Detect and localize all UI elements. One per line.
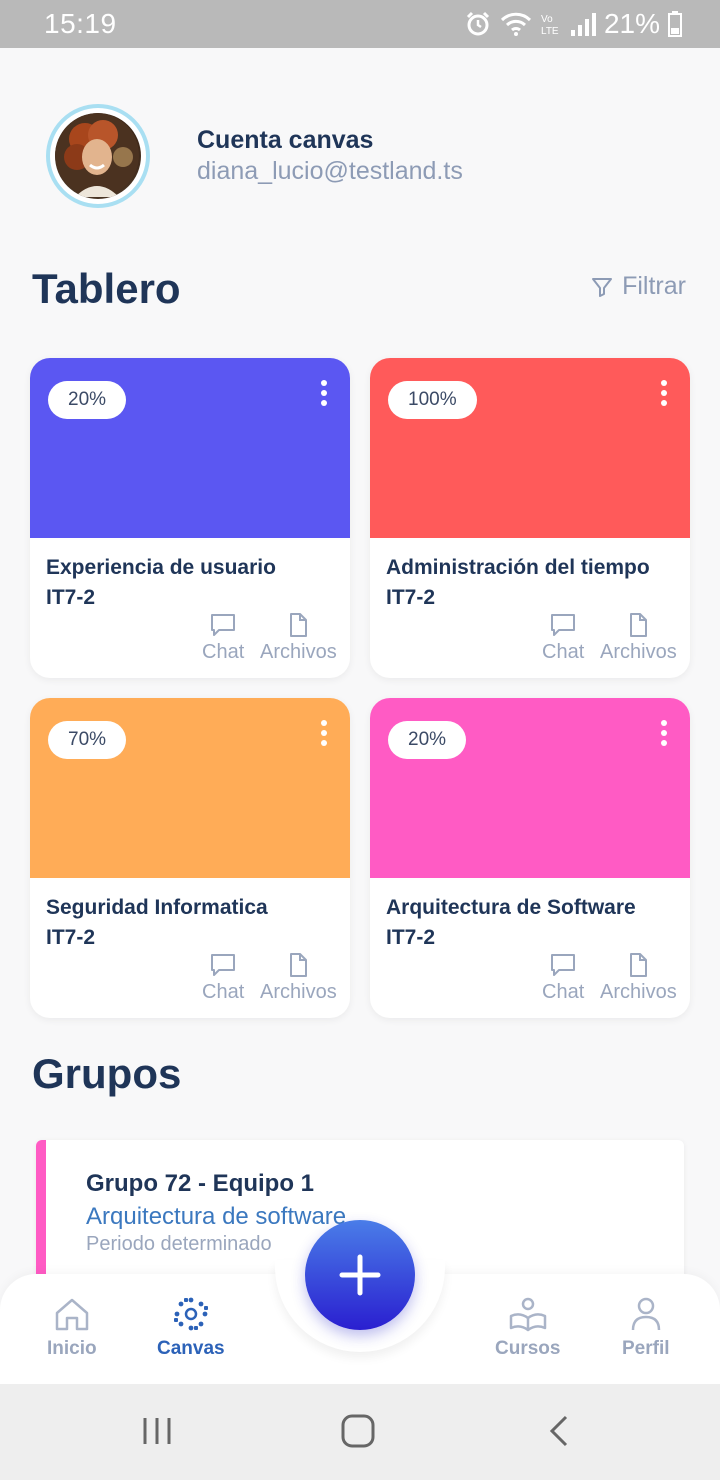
- home-button-icon[interactable]: [340, 1414, 376, 1448]
- progress-badge: 20%: [388, 721, 467, 759]
- dashboard-title: Tablero: [32, 265, 181, 312]
- status-icons: Vo LTE 21%: [464, 8, 682, 40]
- courses-icon: [509, 1297, 546, 1332]
- files-label: Archivos: [600, 981, 677, 1003]
- filter-icon: [592, 277, 613, 297]
- nav-label: Perfil: [622, 1338, 670, 1359]
- home-icon: [55, 1298, 89, 1331]
- more-options-icon[interactable]: [320, 720, 328, 746]
- group-period: Periodo determinado: [86, 1233, 272, 1255]
- alarm-icon: [466, 11, 490, 36]
- files-button[interactable]: Archivos: [260, 613, 337, 664]
- course-code: IT7-2: [46, 926, 96, 949]
- files-label: Archivos: [260, 981, 337, 1003]
- chat-button[interactable]: Chat: [202, 613, 244, 664]
- course-title: Experiencia de usuario: [46, 556, 276, 579]
- nav-label: Cursos: [495, 1338, 561, 1359]
- course-name: Seguridad Informatica IT7-2: [46, 893, 268, 953]
- more-options-icon[interactable]: [660, 380, 668, 406]
- course-name: Experiencia de usuario IT7-2: [46, 553, 276, 613]
- course-card[interactable]: 20% Experiencia de usuario IT7-2 Chat Ar…: [30, 358, 350, 678]
- file-icon: [290, 613, 308, 637]
- progress-badge: 20%: [48, 381, 127, 419]
- file-icon: [290, 953, 308, 977]
- back-icon[interactable]: [546, 1414, 572, 1448]
- course-code: IT7-2: [386, 586, 436, 609]
- add-button[interactable]: [305, 1220, 415, 1330]
- nav-label: Inicio: [47, 1338, 97, 1359]
- canvas-icon: [173, 1297, 208, 1331]
- group-course[interactable]: Arquitectura de software: [86, 1203, 346, 1231]
- course-name: Administración del tiempo IT7-2: [386, 553, 650, 613]
- chat-label: Chat: [202, 641, 245, 663]
- more-options-icon[interactable]: [660, 720, 668, 746]
- nav-perfil[interactable]: Perfil: [622, 1296, 670, 1360]
- nav-cursos[interactable]: Cursos: [495, 1296, 560, 1360]
- chat-button[interactable]: Chat: [542, 613, 584, 664]
- wifi-icon: [500, 12, 532, 36]
- signal-icon: [570, 13, 596, 36]
- chat-icon: [211, 954, 236, 976]
- course-card[interactable]: 70% Seguridad Informatica IT7-2 Chat Arc…: [30, 698, 350, 1018]
- battery-icon: [668, 11, 682, 37]
- more-options-icon[interactable]: [320, 380, 328, 406]
- avatar-photo: [55, 113, 141, 199]
- groups-title: Grupos: [32, 1050, 182, 1097]
- battery-percent: 21%: [603, 8, 660, 39]
- volte-icon: VoLTE: [541, 14, 559, 37]
- files-button[interactable]: Archivos: [600, 613, 677, 664]
- chat-button[interactable]: Chat: [542, 953, 584, 1004]
- progress-badge: 70%: [48, 721, 127, 759]
- nav-inicio[interactable]: Inicio: [47, 1296, 97, 1360]
- chat-label: Chat: [542, 981, 585, 1003]
- files-button[interactable]: Archivos: [600, 953, 677, 1004]
- chat-icon: [211, 614, 236, 636]
- filter-button[interactable]: Filtrar: [590, 272, 686, 301]
- chat-label: Chat: [202, 981, 245, 1003]
- plus-icon: [339, 1254, 381, 1296]
- account-title: Cuenta canvas: [197, 126, 374, 154]
- chat-icon: [551, 954, 576, 976]
- status-bar: 15:19 Vo LTE 21%: [0, 0, 720, 48]
- course-card[interactable]: 100% Administración del tiempo IT7-2 Cha…: [370, 358, 690, 678]
- status-time: 15:19: [44, 8, 117, 39]
- avatar[interactable]: [46, 104, 150, 208]
- nav-label: Canvas: [157, 1338, 225, 1359]
- chat-button[interactable]: Chat: [202, 953, 244, 1004]
- system-nav-bar: [0, 1384, 720, 1480]
- svg-text:Vo: Vo: [541, 14, 553, 25]
- svg-text:LTE: LTE: [541, 26, 559, 37]
- file-icon: [630, 613, 648, 637]
- chat-icon: [551, 614, 576, 636]
- progress-badge: 100%: [388, 381, 477, 419]
- course-title: Arquitectura de Software: [386, 896, 636, 919]
- course-card[interactable]: 20% Arquitectura de Software IT7-2 Chat …: [370, 698, 690, 1018]
- recents-icon[interactable]: [140, 1414, 174, 1448]
- files-label: Archivos: [600, 641, 677, 663]
- course-title: Administración del tiempo: [386, 556, 650, 579]
- chat-label: Chat: [542, 641, 585, 663]
- course-code: IT7-2: [386, 926, 436, 949]
- filter-label: Filtrar: [622, 272, 686, 300]
- course-name: Arquitectura de Software IT7-2: [386, 893, 636, 953]
- files-button[interactable]: Archivos: [260, 953, 337, 1004]
- account-email: diana_lucio@testland.ts: [197, 157, 463, 185]
- nav-canvas[interactable]: Canvas: [157, 1296, 225, 1360]
- file-icon: [630, 953, 648, 977]
- group-name: Grupo 72 - Equipo 1: [86, 1170, 315, 1197]
- profile-icon: [631, 1297, 661, 1331]
- files-label: Archivos: [260, 641, 337, 663]
- course-title: Seguridad Informatica: [46, 896, 268, 919]
- group-accent: [36, 1140, 46, 1290]
- course-code: IT7-2: [46, 586, 96, 609]
